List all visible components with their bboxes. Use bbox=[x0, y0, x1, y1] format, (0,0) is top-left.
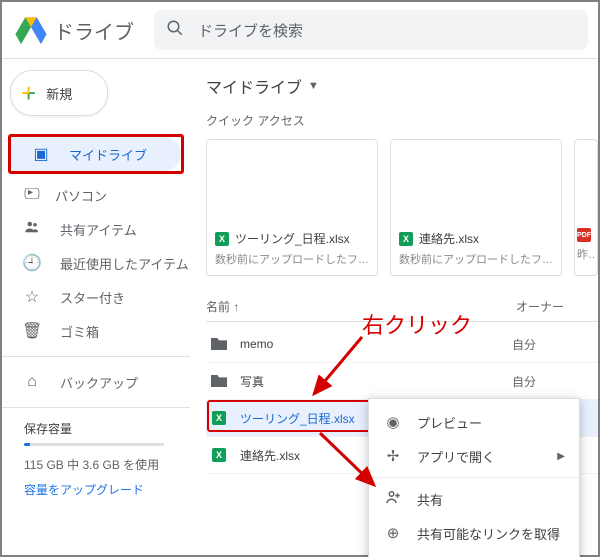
pdf-icon: PDF bbox=[577, 228, 591, 242]
search-placeholder: ドライブを検索 bbox=[198, 20, 303, 41]
file-name: 写真 bbox=[240, 373, 512, 390]
card-filename: 連絡先.xlsx bbox=[419, 230, 479, 247]
quick-access-card[interactable]: X ツーリング_日程.xlsx 数秒前にアップロードしたファイ… bbox=[206, 139, 378, 276]
clock-icon: 🕘 bbox=[22, 253, 42, 273]
sidebar-item-label: ゴミ箱 bbox=[60, 322, 99, 341]
sidebar-item-mydrive[interactable]: ▣ マイドライブ bbox=[11, 137, 181, 171]
file-owner: 自分 bbox=[512, 336, 536, 353]
person-add-icon bbox=[383, 488, 403, 510]
trash-icon: 🗑 bbox=[22, 321, 42, 341]
folder-icon bbox=[210, 375, 228, 387]
star-icon: ☆ bbox=[22, 287, 42, 307]
card-thumb bbox=[207, 140, 377, 222]
link-icon: ⊕ bbox=[383, 524, 403, 542]
column-name[interactable]: 名前 bbox=[206, 300, 230, 314]
ctx-share[interactable]: 共有 bbox=[369, 482, 579, 516]
card-thumb bbox=[575, 140, 597, 222]
column-owner[interactable]: オーナー bbox=[516, 298, 564, 315]
eye-icon: ◉ bbox=[383, 413, 403, 431]
sidebar-item-trash[interactable]: 🗑 ゴミ箱 bbox=[2, 314, 190, 348]
drive-logo-icon bbox=[14, 13, 48, 47]
plus-icon: + bbox=[21, 78, 36, 109]
ctx-label: 共有 bbox=[417, 490, 443, 509]
card-subtext: 数秒前にアップロードしたファイ… bbox=[215, 251, 369, 267]
ctx-label: 共有可能なリンクを取得 bbox=[417, 524, 560, 543]
card-subtext: 数秒前にアップロードしたファイ… bbox=[399, 251, 553, 267]
storage-bar bbox=[24, 443, 164, 446]
sidebar-item-recent[interactable]: 🕘 最近使用したアイテム bbox=[2, 246, 190, 280]
upgrade-link[interactable]: 容量をアップグレード bbox=[24, 481, 190, 498]
sidebar-item-shared[interactable]: 共有アイテム bbox=[2, 212, 190, 246]
quick-access-card[interactable]: X 連絡先.xlsx 数秒前にアップロードしたファイ… bbox=[390, 139, 562, 276]
sheets-icon: X bbox=[399, 232, 413, 246]
ctx-get-link[interactable]: ⊕ 共有可能なリンクを取得 bbox=[369, 516, 579, 550]
open-with-icon: ✢ bbox=[383, 447, 403, 465]
backup-icon: ⌂ bbox=[22, 373, 42, 391]
sidebar-item-label: 共有アイテム bbox=[60, 220, 137, 239]
sidebar-item-label: バックアップ bbox=[60, 373, 138, 392]
sheets-icon: X bbox=[210, 448, 228, 462]
sidebar-item-label: パソコン bbox=[55, 186, 107, 205]
chevron-right-icon: ▶ bbox=[557, 451, 565, 462]
search-icon bbox=[166, 19, 184, 42]
sort-arrow-icon[interactable]: ↑ bbox=[233, 300, 239, 314]
storage-usage: 115 GB 中 3.6 GB を使用 bbox=[24, 456, 190, 473]
storage-label: 保存容量 bbox=[24, 420, 190, 437]
sidebar-item-label: 最近使用したアイテム bbox=[60, 254, 189, 273]
brand-title: ドライブ bbox=[54, 16, 134, 45]
card-thumb bbox=[391, 140, 561, 222]
context-menu: ◉ プレビュー ✢ アプリで開く ▶ 共有 ⊕ 共有可能なリンクを取得 ▭ 指定… bbox=[368, 398, 580, 557]
quick-access-label: クイック アクセス bbox=[206, 112, 598, 129]
ctx-move-to[interactable]: ▭ 指定の場所へ移動 bbox=[369, 550, 579, 557]
ctx-preview[interactable]: ◉ プレビュー bbox=[369, 405, 579, 439]
sidebar-item-backup[interactable]: ⌂ バックアップ bbox=[2, 365, 190, 399]
breadcrumb[interactable]: マイドライブ ▼ bbox=[206, 74, 598, 98]
search-box[interactable]: ドライブを検索 bbox=[154, 10, 588, 50]
chevron-down-icon: ▼ bbox=[308, 80, 319, 92]
folder-icon bbox=[210, 338, 228, 350]
people-icon bbox=[22, 218, 42, 241]
sidebar-item-starred[interactable]: ☆ スター付き bbox=[2, 280, 190, 314]
quick-access-card[interactable]: PDF 昨… bbox=[574, 139, 598, 276]
breadcrumb-label: マイドライブ bbox=[206, 74, 302, 98]
sidebar-item-label: マイドライブ bbox=[69, 145, 147, 164]
file-name: memo bbox=[240, 337, 512, 351]
sidebar-item-label: スター付き bbox=[60, 288, 125, 307]
file-row[interactable]: memo 自分 bbox=[206, 326, 598, 363]
card-filename: ツーリング_日程.xlsx bbox=[235, 230, 350, 247]
sidebar-item-computers[interactable]: 🖵▸ パソコン bbox=[2, 178, 190, 212]
new-button[interactable]: + 新規 bbox=[10, 70, 108, 116]
ctx-label: アプリで開く bbox=[417, 447, 495, 466]
sheets-icon: X bbox=[215, 232, 229, 246]
highlight-box-mydrive: ▣ マイドライブ bbox=[8, 134, 184, 174]
file-row[interactable]: 写真 自分 bbox=[206, 363, 598, 400]
file-owner: 自分 bbox=[512, 373, 536, 390]
mydrive-icon: ▣ bbox=[31, 144, 51, 164]
ctx-open-with[interactable]: ✢ アプリで開く ▶ bbox=[369, 439, 579, 473]
highlight-box-selected-file bbox=[207, 400, 381, 432]
card-subtext: 昨… bbox=[577, 246, 595, 262]
ctx-label: プレビュー bbox=[417, 413, 482, 432]
new-button-label: 新規 bbox=[46, 84, 72, 103]
